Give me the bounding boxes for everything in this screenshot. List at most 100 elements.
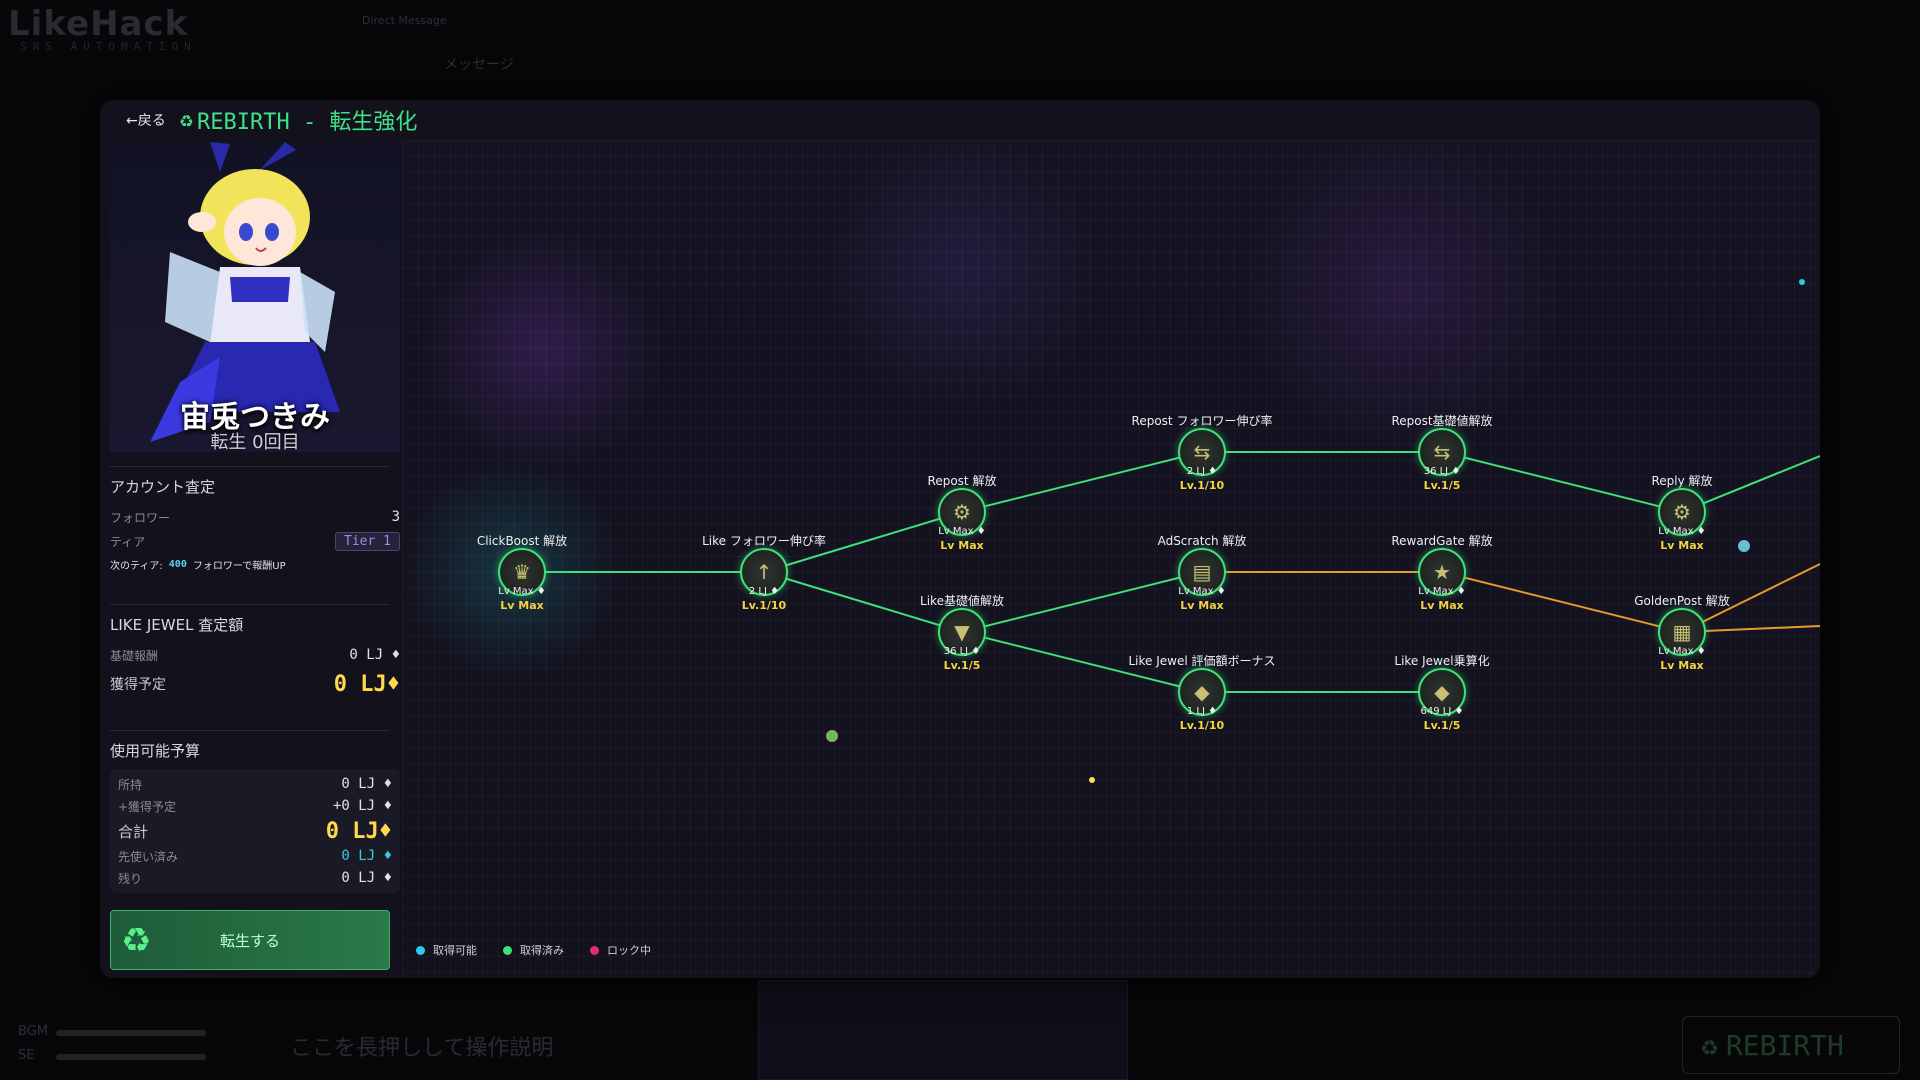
modal-title-text: REBIRTH - 転生強化: [196, 110, 418, 135]
skill-node-label: Repost 解放: [927, 474, 997, 488]
skill-node-cost: 2 LJ ♦: [1186, 466, 1218, 477]
skill-tree[interactable]: ClickBoost 解放 ♛ Lv Max ♦ Lv Max Like フォロワー伸び…: [402, 140, 1820, 978]
skill-node-label: ClickBoost 解放: [476, 534, 568, 548]
eye-left: [239, 223, 253, 241]
bg-direct-message: Direct Message: [362, 14, 447, 27]
particle: [1089, 777, 1095, 783]
jewel-icon: ♦: [770, 586, 780, 597]
skill-node-level: Lv.1/5: [943, 659, 981, 672]
account-title: アカウント査定: [110, 478, 216, 496]
skill-icon: ▤: [1192, 560, 1212, 584]
skill-node-label: Like基礎値解放: [920, 594, 1004, 608]
budget-box: 所持 0 LJ ♦ +獲得予定 +0 LJ ♦ 合計 0 LJ♦ 先使い済み 0…: [110, 769, 400, 893]
skill-node-label: Reply 解放: [1651, 474, 1713, 488]
spent-value: 0 LJ ♦: [341, 848, 392, 864]
jewel-icon: ♦: [383, 776, 392, 792]
bg-rebirth-label: REBIRTH: [1725, 1028, 1844, 1062]
available-dot: [416, 945, 425, 955]
jewel-section: LIKE JEWEL 査定額 基礎報酬 0 LJ ♦ 獲得予定 0 LJ♦: [110, 614, 400, 701]
bunny-ear-right: [260, 142, 296, 170]
jewel-icon: ♦: [383, 798, 392, 814]
remain-value: 0 LJ ♦: [341, 870, 392, 886]
skill-node-level: Lv Max: [1660, 539, 1704, 552]
jewel-icon: ♦: [386, 671, 400, 697]
next-tier-value: 400: [168, 558, 187, 570]
se-slider[interactable]: [56, 1054, 206, 1060]
expected-row: 獲得予定 0 LJ♦: [110, 667, 400, 701]
skill-node-label: AdScratch 解放: [1157, 534, 1247, 548]
rebirth-count: 転生 0回目: [210, 432, 300, 452]
follower-label: フォロワー: [110, 510, 171, 525]
skill-icon: ♛: [513, 560, 531, 584]
bg-card: [758, 980, 1128, 1080]
modal-title: ♻ REBIRTH - 転生強化: [180, 104, 418, 136]
expected-value: 0 LJ♦: [333, 671, 400, 697]
skill-node-label: RewardGate 解放: [1391, 534, 1493, 548]
locked-dot: [590, 945, 599, 955]
bg-se-label: SE: [18, 1048, 35, 1063]
skill-node-cost: Lv Max ♦: [1178, 586, 1226, 597]
skill-node-cost: 649 LJ ♦: [1420, 706, 1464, 717]
left-panel: 宙兎つきみ 転生 0回目 アカウント査定 フォロワー 3 ティア Tier 1 …: [100, 140, 400, 978]
skill-icon: ↑: [755, 560, 773, 584]
skill-icon: ▦: [1672, 620, 1692, 644]
tier-badge: Tier 1: [335, 531, 400, 551]
skill-node-level: Lv Max: [1420, 599, 1464, 612]
expected-label: 獲得予定: [110, 677, 166, 693]
skill-node-cost: Lv Max ♦: [498, 586, 546, 597]
owned-row: 所持 0 LJ ♦: [118, 773, 392, 795]
skill-node-level: Lv.1/5: [1423, 479, 1461, 492]
skill-node-label: Like Jewel乗算化: [1394, 654, 1490, 668]
character-portrait: 宙兎つきみ 転生 0回目: [110, 142, 400, 452]
skill-icon: ★: [1433, 560, 1451, 584]
next-tier-suffix: フォロワーで報酬UP: [192, 560, 286, 572]
skill-icon: ⇆: [1193, 440, 1211, 464]
bgm-slider[interactable]: [56, 1030, 206, 1036]
rebirth-button[interactable]: ♻ 転生する: [110, 910, 390, 970]
particle: [826, 730, 838, 742]
owned-value: 0 LJ ♦: [341, 776, 392, 792]
jewel-icon: ♦: [976, 526, 986, 537]
help-hint[interactable]: ここを長押しして操作説明: [290, 1030, 553, 1062]
legend-acquired: 取得済み: [503, 942, 564, 958]
legend-available-label: 取得可能: [433, 944, 477, 957]
skill-node-label: GoldenPost 解放: [1634, 594, 1730, 608]
jewel-icon: ♦: [1696, 646, 1706, 657]
base-reward-row: 基礎報酬 0 LJ ♦: [110, 643, 400, 667]
skill-node-cost: 36 LJ ♦: [1423, 466, 1461, 477]
jewel-icon: ♦: [1456, 586, 1466, 597]
recycle-icon: ♻: [179, 107, 193, 133]
jewel-icon: ♦: [971, 646, 981, 657]
legend-available: 取得可能: [416, 942, 477, 958]
base-reward-value: 0 LJ ♦: [349, 647, 400, 663]
tier-row: ティア Tier 1: [110, 529, 400, 553]
skill-node-cost: Lv Max ♦: [1418, 586, 1466, 597]
skill-node-label: Repost基礎値解放: [1391, 414, 1493, 428]
skill-node-cost: Lv Max ♦: [938, 526, 986, 537]
skill-node-label: Like Jewel 評価額ボーナス: [1128, 654, 1276, 668]
base-reward-label: 基礎報酬: [110, 648, 159, 663]
skill-node-level: Lv.1/10: [741, 599, 787, 612]
hand: [188, 212, 216, 232]
top: [230, 277, 290, 302]
bg-logo: LikeHack: [8, 4, 189, 44]
rebirth-modal: ←戻る ♻ REBIRTH - 転生強化 宙兎つきみ 転生 0回目 アカウント査…: [100, 100, 1820, 978]
skill-icon: ⚙: [953, 500, 971, 524]
remain-label: 残り: [118, 871, 143, 886]
skill-icon: ⚙: [1673, 500, 1691, 524]
skill-icon: ⇆: [1433, 440, 1451, 464]
skill-node-level: Lv Max: [1180, 599, 1224, 612]
jewel-icon: ♦: [383, 848, 392, 864]
back-button[interactable]: ←戻る: [126, 110, 166, 130]
skill-node-label: Repost フォロワー伸び率: [1131, 414, 1273, 428]
modal-header: ←戻る ♻ REBIRTH - 転生強化: [100, 100, 1820, 140]
bg-rebirth-button[interactable]: ♻ REBIRTH: [1682, 1016, 1900, 1074]
sleeve-left: [165, 252, 220, 342]
jewel-icon: ♦: [383, 870, 392, 886]
jewel-icon: ♦: [1451, 466, 1461, 477]
jewel-icon: ♦: [1454, 706, 1464, 717]
next-tier-prefix: 次のティア:: [110, 560, 163, 572]
jewel-icon: ♦: [1208, 706, 1218, 717]
plus-row: +獲得予定 +0 LJ ♦: [118, 795, 392, 817]
tier-label: ティア: [110, 534, 146, 549]
